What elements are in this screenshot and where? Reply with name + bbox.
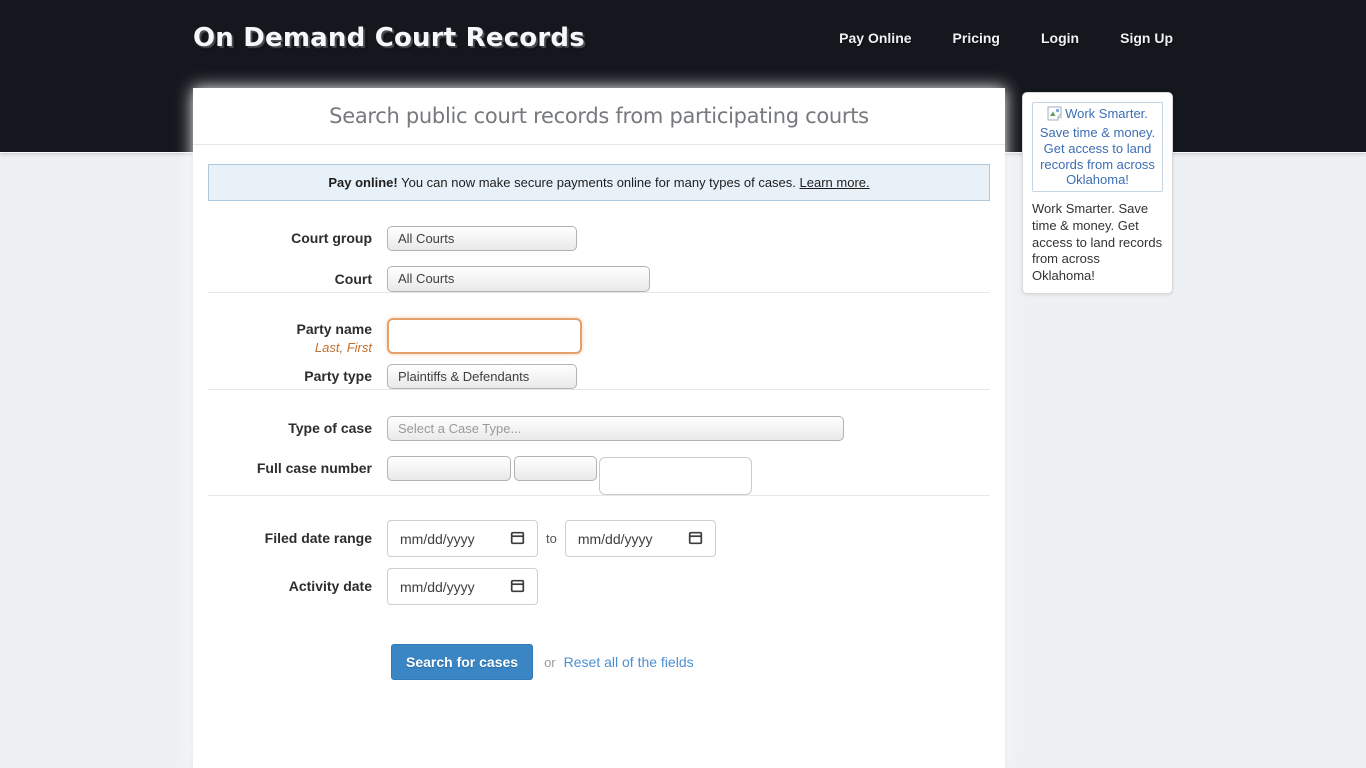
case-number-seq-input[interactable]	[599, 457, 752, 495]
calendar-icon[interactable]	[510, 578, 525, 596]
party-name-hint: Last, First	[208, 339, 372, 356]
ad-broken-image-link[interactable]: Work Smarter. Save time & money. Get acc…	[1032, 102, 1163, 192]
case-number-type-select[interactable]	[387, 456, 511, 481]
calendar-icon[interactable]	[688, 530, 703, 548]
party-type-label: Party type	[208, 364, 387, 389]
filed-date-row: Filed date range mm/dd/yyyy to mm/dd/yyy…	[193, 520, 1005, 557]
section-divider	[208, 292, 990, 293]
ad-caption: Work Smarter. Save time & money. Get acc…	[1032, 201, 1163, 284]
filed-date-start-input[interactable]: mm/dd/yyyy	[387, 520, 538, 557]
case-number-year-select[interactable]	[514, 456, 597, 481]
activity-date-input[interactable]: mm/dd/yyyy	[387, 568, 538, 605]
filed-date-end-input[interactable]: mm/dd/yyyy	[565, 520, 716, 557]
page-title: Search public court records from partici…	[329, 104, 869, 128]
date-range-separator: to	[546, 520, 557, 557]
court-group-select[interactable]: All Courts	[387, 226, 577, 251]
panel-header: Search public court records from partici…	[193, 88, 1005, 145]
banner-bold-text: Pay online!	[328, 175, 397, 190]
court-group-label: Court group	[208, 226, 387, 251]
search-for-cases-button[interactable]: Search for cases	[391, 644, 533, 680]
party-type-row: Party type Plaintiffs & Defendants	[193, 364, 1005, 389]
date-placeholder: mm/dd/yyyy	[578, 531, 653, 547]
activity-date-label: Activity date	[208, 568, 387, 605]
sidebar-ad-card: Work Smarter. Save time & money. Get acc…	[1022, 92, 1173, 294]
party-name-input[interactable]	[387, 318, 582, 354]
section-divider	[208, 495, 990, 496]
court-group-row: Court group All Courts	[193, 226, 1005, 251]
court-label: Court	[208, 266, 387, 292]
date-placeholder: mm/dd/yyyy	[400, 579, 475, 595]
calendar-icon[interactable]	[510, 530, 525, 548]
panel-body: Pay online! You can now make secure paym…	[193, 164, 1005, 680]
or-text: or	[544, 655, 556, 670]
activity-date-row: Activity date mm/dd/yyyy	[193, 568, 1005, 605]
search-panel: Search public court records from partici…	[193, 88, 1005, 768]
court-row: Court All Courts	[193, 266, 1005, 292]
party-name-label: Party name Last, First	[208, 318, 387, 356]
filed-date-label: Filed date range	[208, 520, 387, 557]
pay-online-banner: Pay online! You can now make secure paym…	[208, 164, 990, 201]
case-number-label: Full case number	[208, 456, 387, 481]
case-type-select[interactable]: Select a Case Type...	[387, 416, 844, 441]
case-type-label: Type of case	[208, 416, 387, 441]
banner-text: You can now make secure payments online …	[401, 175, 796, 190]
page-layout: Search public court records from partici…	[193, 0, 1173, 768]
party-type-select[interactable]: Plaintiffs & Defendants	[387, 364, 577, 389]
case-type-row: Type of case Select a Case Type...	[193, 416, 1005, 441]
court-select[interactable]: All Courts	[387, 266, 650, 292]
learn-more-link[interactable]: Learn more.	[800, 175, 870, 190]
broken-image-icon	[1047, 106, 1064, 125]
party-name-row: Party name Last, First	[193, 318, 1005, 356]
actions-row: Search for cases or Reset all of the fie…	[193, 644, 1005, 680]
reset-fields-link[interactable]: Reset all of the fields	[564, 654, 694, 670]
case-number-row: Full case number	[193, 456, 1005, 495]
date-placeholder: mm/dd/yyyy	[400, 531, 475, 547]
section-divider	[208, 389, 990, 390]
